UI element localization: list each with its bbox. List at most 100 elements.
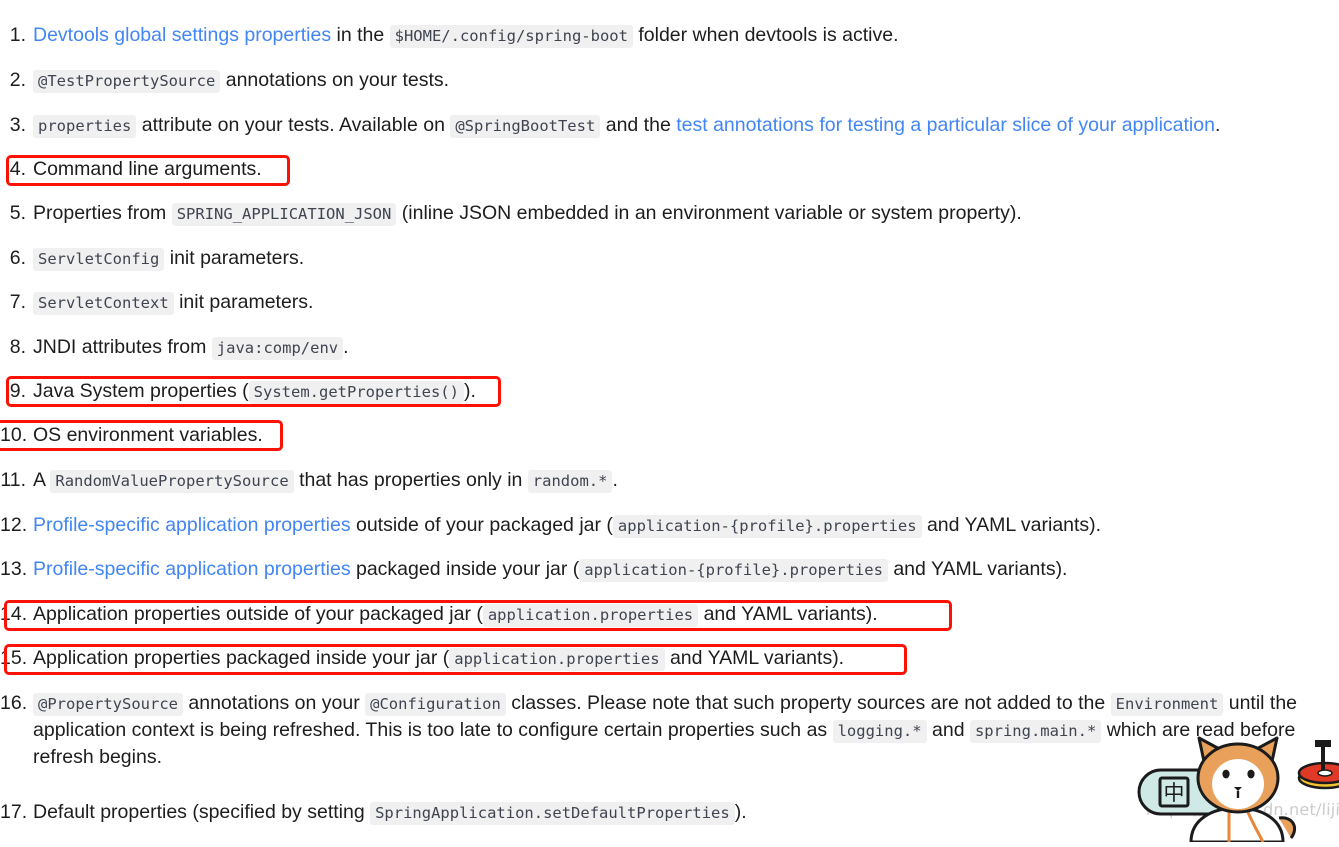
- text-run: and: [926, 719, 970, 741]
- text-run: init parameters.: [173, 291, 314, 313]
- text-run: in the: [331, 24, 390, 46]
- property-source-ordered-list: 1. Devtools global settings properties in…: [0, 0, 1339, 836]
- list-item: 6. ServletConfig init parameters.: [0, 245, 304, 272]
- list-item-body: Command line arguments.: [33, 156, 262, 183]
- text-run: A: [33, 469, 51, 491]
- text-run: and the: [600, 114, 677, 136]
- text-run: Command line arguments.: [33, 158, 262, 180]
- list-item-text: Java System properties (System.getProper…: [33, 380, 476, 404]
- list-item-number: 9.: [9, 380, 26, 402]
- text-run: Java System properties (: [33, 380, 249, 402]
- list-item: 11. A RandomValuePropertySource that has …: [0, 467, 618, 494]
- code-literal: application.properties: [449, 648, 665, 671]
- list-item-number: 10.: [0, 424, 28, 446]
- list-item-text: Devtools global settings properties in t…: [33, 24, 899, 48]
- list-item-text: Application properties outside of your p…: [33, 603, 878, 627]
- csdn-watermark: https://blog.csdn.net/lijinqi: [1145, 800, 1339, 819]
- code-literal: ServletConfig: [33, 248, 165, 271]
- text-run: Application properties packaged inside y…: [33, 647, 450, 669]
- list-item-text: A RandomValuePropertySource that has pro…: [33, 469, 618, 493]
- code-literal: $HOME/.config/spring-boot: [389, 25, 633, 48]
- text-run: folder when devtools is active.: [632, 24, 899, 46]
- list-item-text: ServletConfig init parameters.: [33, 247, 305, 271]
- list-item-text: properties attribute on your tests. Avai…: [33, 114, 1220, 138]
- code-literal: @PropertySource: [33, 693, 183, 716]
- code-literal: application.properties: [482, 604, 699, 627]
- list-item: 5. Properties from SPRING_APPLICATION_JSO…: [0, 200, 1022, 227]
- code-literal: logging.*: [832, 720, 927, 743]
- list-item-body: ServletContext init parameters.: [33, 289, 313, 316]
- list-item-body: @TestPropertySource annotations on your …: [33, 67, 449, 94]
- list-item-body: Application properties packaged inside y…: [33, 645, 844, 672]
- text-run: packaged inside your jar (: [350, 558, 580, 580]
- text-run: init parameters.: [164, 247, 305, 269]
- list-item-number: 2.: [9, 69, 26, 91]
- list-item-number: 8.: [9, 336, 26, 358]
- list-item-body: Devtools global settings properties in t…: [33, 22, 899, 49]
- list-item-body: Profile-specific application properties …: [33, 556, 1067, 583]
- list-item-number: 3.: [9, 114, 26, 136]
- list-item-body: Profile-specific application properties …: [33, 512, 1101, 539]
- text-run: and YAML variants).: [921, 514, 1102, 536]
- doc-link[interactable]: Profile-specific application properties: [33, 514, 351, 536]
- list-item-body: Application properties outside of your p…: [33, 601, 878, 628]
- text-run: outside of your packaged jar (: [350, 514, 613, 536]
- code-literal: @SpringBootTest: [450, 115, 601, 138]
- code-literal: @TestPropertySource: [33, 70, 221, 93]
- text-run: (inline JSON embedded in an environment …: [396, 202, 1022, 224]
- list-item: 8. JNDI attributes from java:comp/env.: [0, 334, 349, 361]
- text-run: Properties from: [33, 202, 172, 224]
- list-item-body: @PropertySource annotations on your @Con…: [33, 690, 1339, 771]
- list-item-text: Command line arguments.: [33, 158, 262, 180]
- list-item-text: @PropertySource annotations on your @Con…: [33, 692, 1297, 768]
- list-item: 17. Default properties (specified by sett…: [0, 799, 747, 826]
- text-run: that has properties only in: [293, 469, 528, 491]
- list-item: 1. Devtools global settings properties in…: [0, 22, 899, 49]
- list-item-number: 12.: [0, 514, 28, 536]
- code-literal: properties: [33, 115, 137, 138]
- text-run: and YAML variants).: [698, 603, 878, 625]
- list-item-body: Properties from SPRING_APPLICATION_JSON …: [33, 200, 1022, 227]
- code-literal: java:comp/env: [211, 337, 344, 360]
- list-item-body: properties attribute on your tests. Avai…: [33, 112, 1220, 139]
- code-literal: application-{profile}.properties: [612, 515, 922, 538]
- text-run: Default properties (specified by setting: [33, 801, 371, 823]
- doc-link[interactable]: Profile-specific application properties: [33, 558, 351, 580]
- code-literal: System.getProperties(): [248, 381, 464, 404]
- text-run: JNDI attributes from: [33, 336, 212, 358]
- list-item-text: Profile-specific application properties …: [33, 558, 1068, 582]
- code-literal: SPRING_APPLICATION_JSON: [171, 203, 397, 226]
- list-item: 4. Command line arguments.: [0, 156, 262, 183]
- code-literal: random.*: [527, 470, 613, 493]
- property-source-order-document: 1. Devtools global settings properties in…: [0, 0, 1339, 836]
- text-run: .: [612, 469, 618, 491]
- text-run: and YAML variants).: [664, 647, 845, 669]
- text-run: and YAML variants).: [887, 558, 1068, 580]
- list-item-body: Default properties (specified by setting…: [33, 799, 747, 826]
- list-item: 3. properties attribute on your tests. Av…: [0, 112, 1220, 139]
- list-item: 16. @PropertySource annotations on your @…: [0, 690, 1339, 771]
- list-item-body: A RandomValuePropertySource that has pro…: [33, 467, 618, 494]
- list-item-body: OS environment variables.: [33, 422, 263, 449]
- list-item-number: 16.: [0, 692, 28, 714]
- text-run: .: [343, 336, 349, 358]
- text-run: OS environment variables.: [33, 424, 263, 446]
- list-item-text: Profile-specific application properties …: [33, 514, 1102, 538]
- code-literal: @Configuration: [365, 693, 506, 716]
- list-item-number: 11.: [0, 469, 26, 491]
- list-item-text: OS environment variables.: [33, 424, 263, 446]
- list-item-number: 13.: [0, 558, 28, 580]
- list-item: 2. @TestPropertySource annotations on you…: [0, 67, 449, 94]
- list-item: 9. Java System properties (System.getProp…: [0, 378, 476, 405]
- code-literal: SpringApplication.setDefaultProperties: [370, 802, 735, 825]
- text-run: attribute on your tests. Available on: [136, 114, 451, 136]
- code-literal: ServletContext: [33, 292, 174, 315]
- text-run: Application properties outside of your p…: [33, 603, 483, 625]
- list-item-text: Properties from SPRING_APPLICATION_JSON …: [33, 202, 1022, 226]
- list-item: 10. OS environment variables.: [0, 422, 263, 449]
- doc-link[interactable]: Devtools global settings properties: [33, 24, 331, 46]
- list-item: 13. Profile-specific application properti…: [0, 556, 1067, 583]
- text-run: annotations on your: [182, 692, 366, 714]
- doc-link[interactable]: test annotations for testing a particula…: [676, 114, 1215, 136]
- list-item-number: 5.: [9, 202, 26, 224]
